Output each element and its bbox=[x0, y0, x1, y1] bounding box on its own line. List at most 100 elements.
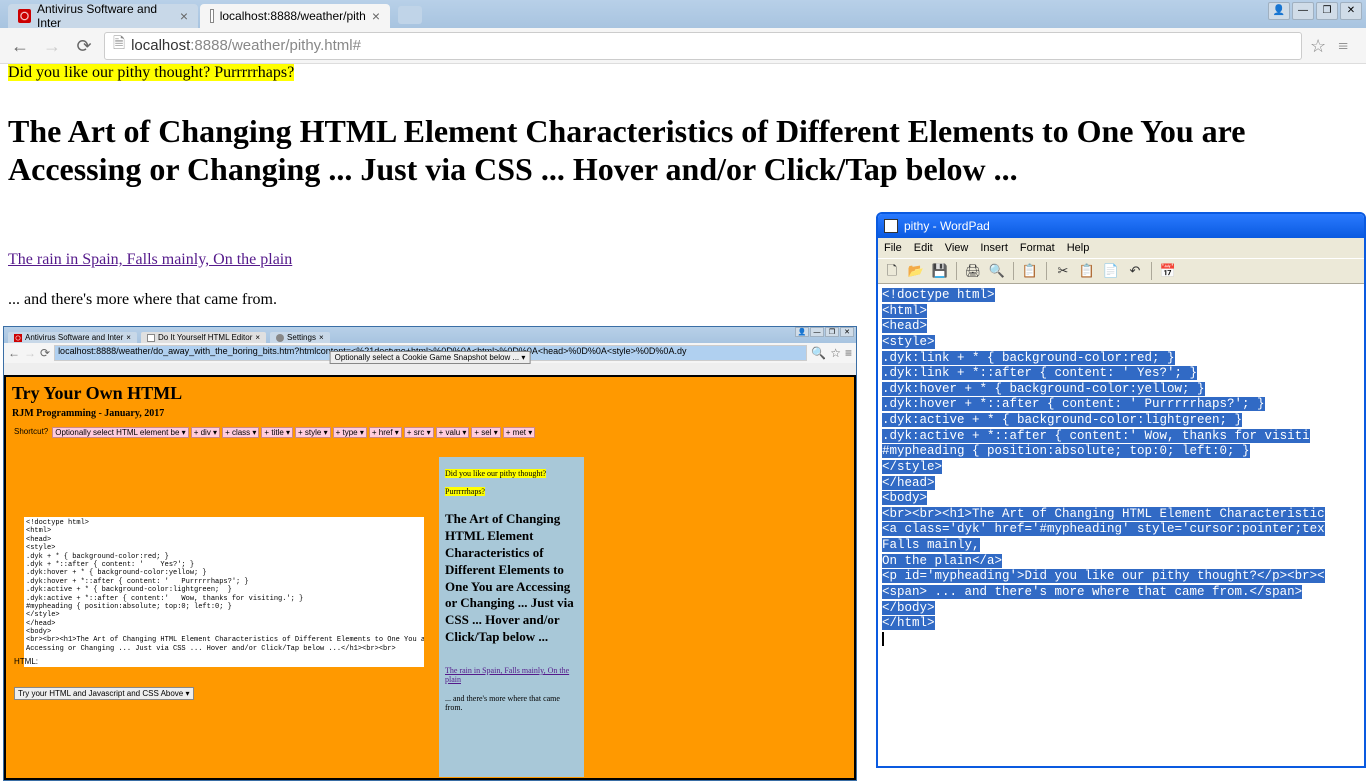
nested-browser-window: Antivirus Software and Inter× Do It Your… bbox=[3, 326, 857, 781]
bookmark-icon[interactable]: ☆ bbox=[1310, 36, 1330, 56]
file-icon bbox=[147, 334, 155, 342]
snapshot-select[interactable]: Optionally select a Cookie Game Snapshot… bbox=[330, 351, 531, 364]
menu-file[interactable]: File bbox=[884, 242, 902, 254]
minimize-button[interactable]: — bbox=[1292, 2, 1314, 20]
nested-tab-editor[interactable]: Do It Yourself HTML Editor× bbox=[141, 332, 266, 343]
mcafee-icon bbox=[18, 9, 31, 23]
reload-button[interactable]: ⟳ bbox=[40, 346, 50, 360]
html-label: HTML: bbox=[14, 657, 38, 666]
maximize-button[interactable]: ❐ bbox=[825, 327, 839, 337]
rain-link[interactable]: The rain in Spain, Falls mainly, On the … bbox=[8, 251, 292, 269]
close-icon[interactable]: × bbox=[255, 333, 260, 342]
close-icon[interactable]: × bbox=[180, 8, 188, 24]
url-path: :8888/weather/pithy.html# bbox=[190, 37, 361, 54]
tab-pithy[interactable]: localhost:8888/weather/pith × bbox=[200, 4, 390, 28]
close-button[interactable]: ✕ bbox=[840, 327, 854, 337]
back-button[interactable]: ← bbox=[8, 346, 20, 360]
nested-page-body: Try Your Own HTML RJM Programming - Janu… bbox=[4, 375, 856, 780]
try-button[interactable]: Try your HTML and Javascript and CSS Abo… bbox=[14, 687, 194, 700]
opt-select[interactable]: Optionally select HTML element be ▾ bbox=[52, 427, 188, 438]
try-controls: Shortcut? Optionally select HTML element… bbox=[12, 427, 848, 438]
cut-icon[interactable]: ✂ bbox=[1053, 261, 1073, 281]
nested-tab-antivirus[interactable]: Antivirus Software and Inter× bbox=[8, 332, 137, 343]
separator bbox=[956, 262, 957, 280]
menu-edit[interactable]: Edit bbox=[914, 242, 933, 254]
pithy-banner: Did you like our pithy thought? Purrrrrh… bbox=[8, 64, 294, 81]
nested-tab-strip: Antivirus Software and Inter× Do It Your… bbox=[4, 327, 856, 343]
minimize-button[interactable]: — bbox=[810, 327, 824, 337]
preview-heading: The Art of Changing HTML Element Charact… bbox=[445, 511, 578, 646]
wordpad-titlebar[interactable]: pithy - WordPad bbox=[878, 214, 1364, 238]
tab-strip: Antivirus Software and Inter × localhost… bbox=[0, 0, 1366, 28]
preview-pane: Did you like our pithy thought? Purrrrrh… bbox=[439, 457, 584, 777]
bookmark-icon[interactable]: ☆ bbox=[830, 346, 841, 360]
menu-icon[interactable]: ≡ bbox=[1338, 36, 1358, 56]
find-icon[interactable]: 📋 bbox=[1020, 261, 1040, 281]
file-icon: 🗎 bbox=[113, 33, 125, 58]
tab-label: localhost:8888/weather/pith bbox=[220, 9, 366, 23]
separator bbox=[1013, 262, 1014, 280]
wordpad-toolbar: 🗋 📂 💾 🖨 🔍 📋 ✂ 📋 📄 ↶ 📅 bbox=[878, 258, 1364, 284]
wordpad-editor[interactable]: <!doctype html><html><head><style>.dyk:l… bbox=[878, 284, 1364, 651]
close-button[interactable]: ✕ bbox=[1340, 2, 1362, 20]
new-tab-button[interactable] bbox=[398, 6, 422, 24]
copy-icon[interactable]: 📋 bbox=[1077, 261, 1097, 281]
close-icon[interactable]: × bbox=[372, 8, 380, 24]
undo-icon[interactable]: ↶ bbox=[1125, 261, 1145, 281]
paste-icon[interactable]: 📄 bbox=[1101, 261, 1121, 281]
nav-bar: ← → ⟳ 🗎 localhost:8888/weather/pithy.htm… bbox=[0, 28, 1366, 64]
close-icon[interactable]: × bbox=[319, 333, 324, 342]
opt-title[interactable]: + title ▾ bbox=[261, 427, 293, 438]
save-icon[interactable]: 💾 bbox=[930, 261, 950, 281]
try-title: Try Your Own HTML bbox=[12, 383, 848, 404]
menu-icon[interactable]: ≡ bbox=[845, 346, 852, 360]
opt-div[interactable]: + div ▾ bbox=[191, 427, 220, 438]
forward-button[interactable]: → bbox=[40, 34, 64, 58]
separator bbox=[1151, 262, 1152, 280]
file-icon bbox=[210, 9, 214, 23]
separator bbox=[1046, 262, 1047, 280]
date-icon[interactable]: 📅 bbox=[1158, 261, 1178, 281]
print-icon[interactable]: 🖨 bbox=[963, 261, 983, 281]
wordpad-title: pithy - WordPad bbox=[904, 219, 990, 233]
wordpad-icon bbox=[884, 219, 898, 233]
wordpad-menubar: File Edit View Insert Format Help bbox=[878, 238, 1364, 258]
nested-tab-settings[interactable]: Settings× bbox=[270, 332, 330, 343]
forward-button[interactable]: → bbox=[24, 346, 36, 360]
tab-antivirus[interactable]: Antivirus Software and Inter × bbox=[8, 4, 198, 28]
preview-pithy: Did you like our pithy thought? Purrrrrh… bbox=[445, 469, 546, 496]
opt-class[interactable]: + class ▾ bbox=[222, 427, 259, 438]
user-icon[interactable]: 👤 bbox=[1268, 2, 1290, 20]
snapshot-bar-row: Optionally select a Cookie Game Snapshot… bbox=[4, 363, 856, 375]
opt-style[interactable]: + style ▾ bbox=[295, 427, 331, 438]
menu-format[interactable]: Format bbox=[1020, 242, 1055, 254]
page-heading: The Art of Changing HTML Element Charact… bbox=[8, 112, 1358, 189]
opt-sel[interactable]: + sel ▾ bbox=[471, 427, 500, 438]
window-controls: 👤 — ❐ ✕ bbox=[1268, 2, 1362, 20]
opt-type[interactable]: + type ▾ bbox=[333, 427, 367, 438]
opt-met[interactable]: + met ▾ bbox=[503, 427, 535, 438]
reload-button[interactable]: ⟳ bbox=[72, 34, 96, 58]
open-icon[interactable]: 📂 bbox=[906, 261, 926, 281]
tab-label: Antivirus Software and Inter bbox=[37, 2, 174, 30]
back-button[interactable]: ← bbox=[8, 34, 32, 58]
menu-view[interactable]: View bbox=[945, 242, 969, 254]
url-bar[interactable]: 🗎 localhost:8888/weather/pithy.html# bbox=[104, 32, 1302, 60]
opt-src[interactable]: + src ▾ bbox=[404, 427, 434, 438]
close-icon[interactable]: × bbox=[126, 333, 131, 342]
maximize-button[interactable]: ❐ bbox=[1316, 2, 1338, 20]
search-icon[interactable]: 🔍 bbox=[811, 346, 826, 360]
preview-icon[interactable]: 🔍 bbox=[987, 261, 1007, 281]
mcafee-icon bbox=[14, 334, 22, 342]
user-icon[interactable]: 👤 bbox=[795, 327, 809, 337]
html-textarea[interactable]: <!doctype html> <html> <head> <style> .d… bbox=[24, 517, 424, 667]
menu-insert[interactable]: Insert bbox=[980, 242, 1008, 254]
opt-href[interactable]: + href ▾ bbox=[369, 427, 402, 438]
opt-valu[interactable]: + valu ▾ bbox=[436, 427, 470, 438]
menu-help[interactable]: Help bbox=[1067, 242, 1090, 254]
preview-link[interactable]: The rain in Spain, Falls mainly, On the … bbox=[445, 666, 578, 684]
try-subtitle: RJM Programming - January, 2017 bbox=[12, 408, 848, 419]
new-icon[interactable]: 🗋 bbox=[882, 261, 902, 281]
url-host: localhost bbox=[131, 37, 190, 54]
gear-icon bbox=[276, 334, 284, 342]
